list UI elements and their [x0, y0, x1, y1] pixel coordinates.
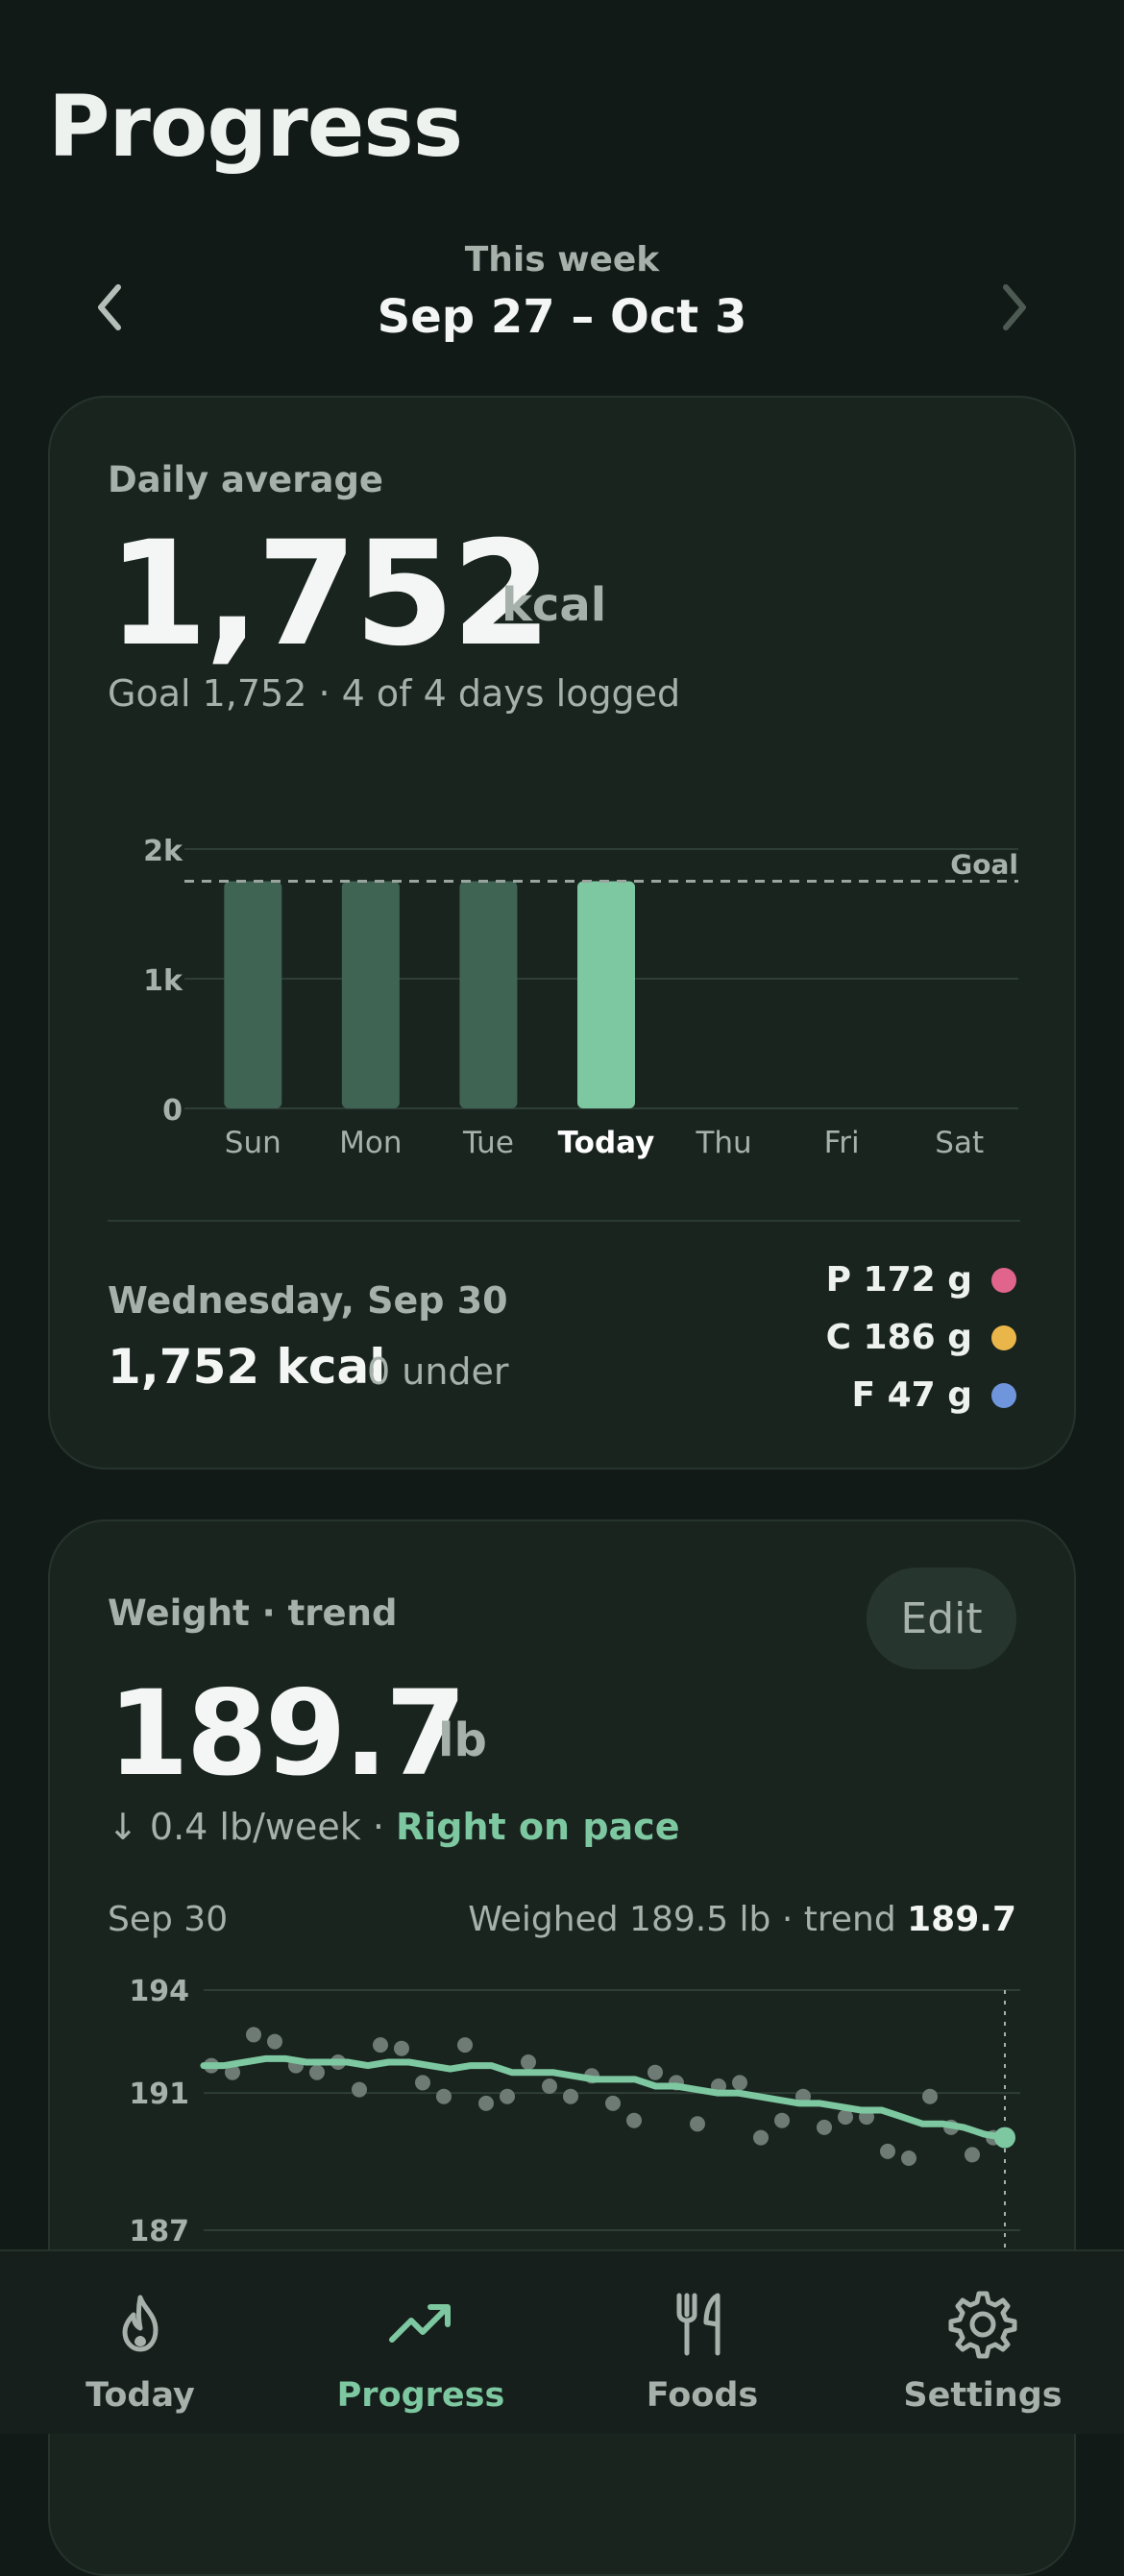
week-range: Sep 27 – Oct 3 [377, 290, 747, 344]
weigh-in-point [817, 2119, 832, 2135]
weigh-in-point [521, 2054, 536, 2070]
weigh-in-point [774, 2112, 790, 2128]
weigh-in-point [415, 2075, 430, 2091]
card-divider [108, 1220, 1020, 1222]
weigh-in-point [436, 2088, 452, 2104]
weigh-in-point [267, 2033, 282, 2050]
bar-day-label: Tue [462, 1126, 514, 1160]
weigh-in-point [901, 2151, 916, 2166]
weigh-in-point [457, 2037, 473, 2054]
carbs-label: C 186 g [825, 1318, 972, 1357]
tab-today[interactable]: Today [0, 2251, 281, 2434]
bar-day-label: Sun [225, 1126, 281, 1160]
weigh-in-point [500, 2088, 515, 2104]
weight-ytick-label: 187 [129, 2215, 189, 2248]
tab-foods[interactable]: Foods [562, 2251, 843, 2434]
protein-label: P 172 g [825, 1260, 972, 1300]
bar-ytick-label: 0 [162, 1094, 183, 1128]
weight-value: 189.7 [108, 1665, 467, 1802]
calorie-goal-subtitle: Goal 1,752 · 4 of 4 days logged [108, 672, 681, 715]
protein-macro: P 172 g [826, 1260, 1016, 1300]
page-title: Progress [48, 77, 463, 176]
weigh-in-point [542, 2078, 557, 2094]
bar-day-label: Thu [695, 1126, 751, 1160]
goal-label: Goal [950, 848, 1018, 880]
weigh-in-point [965, 2147, 980, 2163]
daily-average-value: 1,752 [108, 511, 551, 678]
carbs-macro: C 186 g [826, 1318, 1016, 1357]
selected-day-under: 0 under [367, 1350, 509, 1393]
daily-average-label: Daily average [108, 459, 384, 500]
trend-value: 189.7 [907, 1900, 1016, 1939]
protein-dot [991, 1267, 1016, 1293]
weigh-in-point [246, 2027, 261, 2043]
weigh-in-point [626, 2112, 642, 2128]
weigh-in-point [563, 2088, 578, 2104]
tab-today-label: Today [86, 2376, 195, 2415]
calorie-bar[interactable] [577, 881, 635, 1108]
weighed-text: Weighed 189.5 lb · trend [468, 1900, 908, 1939]
weight-ytick-label: 191 [129, 2078, 189, 2111]
bar-day-label: Mon [339, 1126, 402, 1160]
weigh-in-point [732, 2075, 747, 2091]
weigh-in-point [753, 2129, 769, 2146]
tab-settings[interactable]: Settings [843, 2251, 1123, 2434]
pace-status: Right on pace [396, 1806, 680, 1848]
bar-ytick-label: 2k [143, 835, 183, 868]
selected-trend-point[interactable] [994, 2126, 1015, 2149]
calorie-bar[interactable] [341, 881, 400, 1108]
bar-day-label: Fri [824, 1126, 860, 1160]
next-week-button[interactable] [985, 274, 1042, 341]
weighed-summary: Weighed 189.5 lb · trend 189.7 [468, 1900, 1016, 1939]
utensils-icon [676, 2293, 721, 2356]
selected-day-date: Wednesday, Sep 30 [108, 1279, 508, 1322]
weight-selected-date: Sep 30 [108, 1900, 229, 1939]
calorie-bar-chart: 0 1k 2k Sun Mon Tue Today Thu Fri Sat Goal [143, 835, 1018, 1160]
week-navigator: This week Sep 27 – Oct 3 [0, 231, 1124, 365]
weight-trend-label: Weight · trend [108, 1592, 398, 1634]
fat-dot [991, 1382, 1016, 1408]
fat-label: F 47 g [851, 1375, 972, 1415]
calorie-bar[interactable] [224, 881, 282, 1108]
weigh-in-point [648, 2064, 663, 2080]
calorie-bar[interactable] [459, 881, 518, 1108]
fat-macro: F 47 g [851, 1375, 1016, 1415]
bar-ytick-label: 1k [143, 964, 183, 998]
edit-weight-button[interactable]: Edit [867, 1567, 1016, 1669]
week-label: This week [464, 240, 660, 279]
weigh-in-point [690, 2116, 705, 2132]
bar-day-label: Today [558, 1126, 655, 1160]
weigh-in-point [880, 2143, 895, 2159]
tab-settings-label: Settings [903, 2376, 1063, 2415]
weigh-in-point [373, 2037, 388, 2054]
tab-progress-label: Progress [336, 2376, 505, 2415]
bottom-tab-bar: Today Progress Foods Settings [0, 2249, 1124, 2434]
weigh-in-point [352, 2081, 367, 2098]
weigh-in-point [394, 2040, 409, 2056]
trend-up-icon [389, 2304, 451, 2343]
weigh-in-point [309, 2064, 325, 2080]
tab-progress[interactable]: Progress [281, 2251, 561, 2434]
weight-rate-text: ↓ 0.4 lb/week · [108, 1806, 396, 1848]
weigh-in-point [605, 2095, 621, 2111]
chevron-right-icon [1003, 284, 1026, 330]
carbs-dot [991, 1324, 1016, 1350]
weight-ytick-label: 194 [129, 1975, 189, 2008]
bar-day-label: Sat [935, 1126, 984, 1160]
selected-day-kcal: 1,752 kcal [108, 1339, 386, 1395]
weight-rate: ↓ 0.4 lb/week · Right on pace [108, 1806, 679, 1848]
calories-card: Daily average 1,752 kcal Goal 1,752 · 4 … [48, 396, 1076, 1470]
tab-foods-label: Foods [646, 2376, 759, 2415]
flame-icon [122, 2295, 159, 2352]
weigh-in-point [478, 2095, 494, 2111]
weight-trend-chart: 187 191 194 [129, 1975, 1020, 2276]
weigh-in-point [922, 2088, 938, 2104]
gear-icon [948, 2291, 1017, 2359]
weight-unit: lb [438, 1713, 487, 1767]
kcal-unit: kcal [501, 578, 607, 632]
